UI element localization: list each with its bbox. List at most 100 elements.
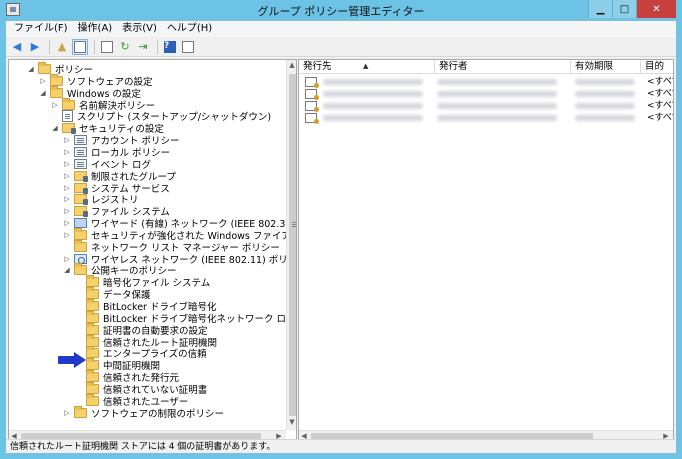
- menu-file[interactable]: ファイル(F): [9, 21, 73, 37]
- folder-icon: [74, 227, 87, 240]
- certificate-purpose: <すべて>: [647, 101, 673, 111]
- menu-action[interactable]: 操作(A): [73, 21, 118, 37]
- folder-icon: [86, 299, 99, 311]
- folder-icon: [86, 381, 99, 394]
- app-window: グループ ポリシー管理エディター ▁ □ ✕ ファイル(F) 操作(A) 表示(…: [0, 0, 682, 459]
- collapsed-triangle-icon[interactable]: ▷: [63, 205, 71, 217]
- arrow-left-icon: ◀: [12, 40, 22, 53]
- action-pane-icon: [182, 40, 194, 53]
- folder-icon: [62, 97, 75, 110]
- certificate-icon: [305, 89, 319, 100]
- column-intended-purposes[interactable]: 目的: [641, 60, 673, 74]
- expanded-triangle-icon[interactable]: ◢: [63, 264, 71, 276]
- expanded-triangle-icon[interactable]: ◢: [27, 63, 35, 75]
- wifi-icon: [74, 253, 87, 264]
- certificate-icon: [305, 113, 319, 124]
- close-button[interactable]: ✕: [636, 0, 676, 18]
- expanded-triangle-icon[interactable]: ◢: [39, 87, 47, 99]
- doc-icon: [62, 110, 73, 123]
- scroll-down-icon[interactable]: ▼: [287, 418, 296, 426]
- redacted-value: [575, 91, 635, 97]
- collapsed-triangle-icon[interactable]: ▷: [39, 75, 47, 87]
- collapsed-triangle-icon[interactable]: ▷: [63, 193, 71, 205]
- folder-icon: [86, 287, 99, 300]
- tree-item[interactable]: ▷ ソフトウェアの制限のポリシー: [63, 405, 225, 420]
- redacted-value: [437, 103, 557, 109]
- folder-up-icon: ▲: [57, 40, 67, 53]
- status-bar: 信頼されたルート証明機関 ストアには 4 個の証明書があります。: [6, 439, 676, 453]
- no-expander: [75, 300, 83, 312]
- certificate-row[interactable]: <すべて>: [299, 112, 673, 124]
- column-expiration-date[interactable]: 有効期限: [571, 60, 641, 74]
- menu-help[interactable]: ヘルプ(H): [162, 21, 217, 37]
- scroll-up-icon[interactable]: ▲: [287, 61, 296, 69]
- no-expander: [51, 110, 59, 122]
- no-expander: [63, 241, 71, 253]
- sec-icon: [74, 206, 88, 218]
- show-hide-console-tree-button[interactable]: [72, 38, 88, 55]
- window-controls: ▁ □ ✕: [588, 0, 676, 18]
- collapsed-triangle-icon[interactable]: ▷: [63, 158, 71, 170]
- forward-button[interactable]: ▶: [27, 39, 43, 55]
- no-expander: [75, 371, 83, 383]
- close-icon: ✕: [652, 3, 661, 15]
- collapsed-triangle-icon[interactable]: ▷: [63, 134, 71, 146]
- certificate-row[interactable]: <すべて>: [299, 88, 673, 100]
- console-tree-icon: [74, 40, 86, 53]
- sec-icon: [74, 194, 88, 206]
- folder-icon: [86, 370, 99, 383]
- up-one-level-button[interactable]: ▲: [54, 39, 70, 55]
- folder-icon: [74, 239, 87, 252]
- sec-icon: [74, 182, 88, 194]
- collapsed-triangle-icon[interactable]: ▷: [63, 253, 71, 265]
- redacted-value: [437, 79, 557, 85]
- collapsed-triangle-icon[interactable]: ▷: [63, 146, 71, 158]
- tree-scroll-thumb[interactable]: [289, 74, 296, 416]
- column-issued-to[interactable]: 発行先 ▲: [299, 60, 435, 74]
- minimize-icon: ▁: [596, 3, 605, 15]
- expanded-triangle-icon[interactable]: ◢: [51, 122, 59, 134]
- title-bar[interactable]: グループ ポリシー管理エディター ▁ □ ✕: [0, 0, 682, 20]
- export-list-button[interactable]: ⇥: [135, 39, 151, 55]
- client-area: ファイル(F) 操作(A) 表示(V) ヘルプ(H) ◀ ▶ ▲ ↻ ⇥ ? ◢…: [5, 20, 677, 454]
- refresh-button[interactable]: ↻: [117, 39, 133, 55]
- folder-icon: [38, 62, 51, 74]
- tree-vertical-scrollbar[interactable]: ▲ ▼: [286, 60, 296, 430]
- minimize-button[interactable]: ▁: [588, 0, 612, 18]
- window-title: グループ ポリシー管理エディター: [257, 5, 425, 18]
- collapsed-triangle-icon[interactable]: ▷: [63, 407, 71, 419]
- collapsed-triangle-icon[interactable]: ▷: [63, 170, 71, 182]
- show-action-pane-button[interactable]: [180, 39, 196, 55]
- properties-button[interactable]: [99, 39, 115, 55]
- collapsed-triangle-icon[interactable]: ▷: [63, 217, 71, 229]
- folder-icon: [50, 85, 63, 98]
- help-button[interactable]: ?: [162, 39, 178, 55]
- folder-icon: [86, 334, 99, 347]
- redacted-value: [575, 115, 635, 121]
- column-issued-by[interactable]: 発行者: [435, 60, 571, 74]
- certificate-purpose: <すべて>: [647, 113, 673, 123]
- certificate-row[interactable]: <すべて>: [299, 76, 673, 88]
- menu-view[interactable]: 表示(V): [117, 21, 162, 37]
- collapsed-triangle-icon[interactable]: ▷: [63, 229, 71, 241]
- redacted-value: [575, 103, 635, 109]
- maximize-button[interactable]: □: [612, 0, 636, 18]
- no-expander: [75, 324, 83, 336]
- certificate-icon: [305, 77, 319, 88]
- net-icon: [74, 218, 87, 229]
- certificate-purpose: <すべて>: [647, 77, 673, 87]
- policy-icon: [74, 146, 87, 157]
- collapsed-triangle-icon[interactable]: ▷: [63, 182, 71, 194]
- console-tree[interactable]: ◢ ポリシー ▷ ソフトウェアの設定 ◢ Windows の設定 ▷ 名前解決ポリシー スクリプ…: [8, 59, 297, 443]
- folder-icon: [86, 322, 99, 335]
- tree-item-label: ソフトウェアの制限のポリシー: [91, 408, 225, 420]
- collapsed-triangle-icon[interactable]: ▷: [51, 99, 59, 111]
- certificate-list[interactable]: 発行先 ▲ 発行者 有効期限 目的 <すべて><すべて><すべて><すべて> ◀…: [298, 59, 674, 443]
- redacted-value: [323, 91, 423, 97]
- back-button[interactable]: ◀: [9, 39, 25, 55]
- properties-icon: [101, 40, 113, 53]
- certificate-row[interactable]: <すべて>: [299, 100, 673, 112]
- folder-icon: [74, 405, 87, 418]
- certificate-purpose: <すべて>: [647, 89, 673, 99]
- refresh-icon: ↻: [120, 40, 130, 53]
